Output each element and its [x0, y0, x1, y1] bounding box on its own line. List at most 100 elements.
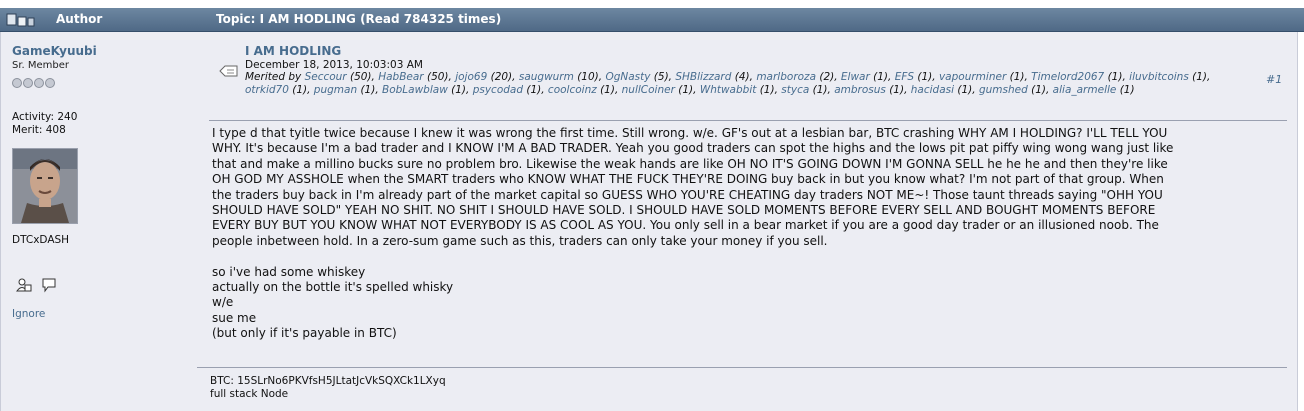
author-activity: Activity: 240 [12, 111, 78, 123]
merit-items: Seccour (50), HabBear (50), jojo69 (20),… [245, 71, 1210, 96]
post-xx-icon [219, 65, 238, 77]
merit-user-link[interactable]: HabBear [378, 71, 423, 83]
merit-user-link[interactable]: saugwurm [519, 71, 574, 83]
merit-user-link[interactable]: Seccour [305, 71, 347, 83]
merit-user-link[interactable]: nullCoiner [622, 84, 675, 96]
merit-count: (10), [573, 71, 603, 83]
author-actions [16, 277, 61, 293]
merit-user-link[interactable]: styca [781, 84, 809, 96]
post-body-line: people inbetween hold. In a zero-sum gam… [212, 233, 828, 248]
merit-user-link[interactable]: hacidasi [911, 84, 954, 96]
post-body-line: w/e [212, 295, 234, 310]
merit-count: (1), [1188, 71, 1211, 83]
merit-count: (1), [523, 84, 545, 96]
merit-count: (1), [288, 84, 311, 96]
post-body-line: so i've had some whiskey [212, 264, 366, 279]
merit-user-link[interactable]: gumshed [979, 84, 1028, 96]
author-column-header: Author [56, 12, 103, 26]
merit-count: (4), [731, 71, 753, 83]
author-username[interactable]: GameKyuubi [12, 44, 197, 58]
post-subject[interactable]: I AM HODLING [245, 44, 341, 58]
forum-thread-page: Author Topic: I AM HODLING (Read 784325 … [0, 0, 1304, 411]
post-number[interactable]: #1 [1266, 73, 1282, 86]
top-strip [0, 0, 1304, 8]
merit-count: (50), [423, 71, 452, 83]
topic-icon [6, 13, 35, 27]
merit-count: (1), [809, 84, 831, 96]
rank-coin-icon [34, 78, 44, 88]
merit-count: (5), [650, 71, 673, 83]
profile-icon[interactable] [16, 277, 32, 297]
signature-line: full stack Node [210, 388, 289, 400]
rank-coin-icon [12, 78, 22, 88]
thread-header: Author Topic: I AM HODLING (Read 784325 … [0, 8, 1304, 32]
merit-count: (1), [756, 84, 778, 96]
merit-user-link[interactable]: BobLawblaw [382, 84, 448, 96]
author-stats: Activity: 240 Merit: 408 [12, 111, 197, 137]
post-body-line: actually on the bottle it's spelled whis… [212, 280, 454, 295]
merit-user-link[interactable]: vapourminer [939, 71, 1006, 83]
merit-user-link[interactable]: pugman [314, 84, 357, 96]
rank-coins [12, 73, 197, 88]
merit-user-link[interactable]: alia_armelle [1053, 84, 1117, 96]
merit-user-link[interactable]: Timelord2067 [1031, 71, 1104, 83]
signature-divider [197, 367, 1287, 368]
merit-count: (1), [447, 84, 470, 96]
rank-coin-icon [45, 78, 55, 88]
merit-user-link[interactable]: ambrosus [834, 84, 886, 96]
merit-user-link[interactable]: Whtwabbit [700, 84, 757, 96]
post-body-line: the traders buy back in I'm already part… [212, 187, 1163, 202]
post-signature: BTC: 15SLrNo6PKVfsH5JLtatJcVkSQXCk1LXyq f… [210, 375, 446, 401]
avatar-image [13, 149, 77, 223]
merit-count: (1), [674, 84, 697, 96]
merited-by-label: Merited by [245, 71, 302, 83]
post-body: I type d that tyitle twice because I kne… [212, 126, 1287, 342]
merit-user-link[interactable]: EFS [895, 71, 914, 83]
merit-count: (1), [357, 84, 379, 96]
post-body-line: that and make a millino bucks sure no pr… [212, 156, 1168, 171]
merit-count: (20), [487, 71, 516, 83]
merit-count: (1), [869, 71, 892, 83]
merit-user-link[interactable]: Elwar [841, 71, 870, 83]
post: GameKyuubi Sr. Member Activity: 240 Meri… [0, 32, 1298, 411]
merit-count: (1), [885, 84, 908, 96]
post-body-line [212, 249, 1287, 264]
author-signature-name: DTCxDASH [12, 234, 70, 246]
merit-count: (2), [816, 71, 838, 83]
merit-user-link[interactable]: otrkid70 [245, 84, 289, 96]
post-body-line: WHY. It's because I'm a bad trader and I… [212, 141, 1174, 156]
merit-user-link[interactable]: marlboroza [756, 71, 816, 83]
post-body-line: sue me [212, 310, 257, 325]
merit-count: (1), [1104, 71, 1126, 83]
post-body-line: SHOULD HAVE SOLD" YEAH NO SHIT. NO SHIT … [212, 203, 1156, 218]
merit-user-link[interactable]: psycodad [473, 84, 523, 96]
merit-count: (1), [596, 84, 619, 96]
signature-line: BTC: 15SLrNo6PKVfsH5JLtatJcVkSQXCk1LXyq [210, 375, 446, 387]
merit-count: (1) [1116, 84, 1135, 96]
merit-count: (50), [346, 71, 375, 83]
merit-count: (1), [1006, 71, 1028, 83]
message-icon[interactable] [41, 277, 57, 297]
post-body-line: OH GOD MY ASSHOLE when the SMART traders… [212, 172, 1164, 187]
merit-user-link[interactable]: iluvbitcoins [1129, 71, 1189, 83]
post-body-line: I type d that tyitle twice because I kne… [212, 126, 1168, 140]
post-body-line: (but only if it's payable in BTC) [212, 326, 397, 341]
post-date: December 18, 2013, 10:03:03 AM [245, 59, 423, 71]
author-rank: Sr. Member [12, 60, 70, 71]
author-merit: Merit: 408 [12, 124, 66, 136]
merit-user-link[interactable]: OgNasty [605, 71, 650, 83]
merit-count: (1), [954, 84, 976, 96]
rank-coin-icon [23, 78, 33, 88]
merit-user-link[interactable]: SHBlizzard [675, 71, 731, 83]
merit-count: (1), [914, 71, 936, 83]
merited-by-list: Merited by Seccour (50), HabBear (50), j… [245, 71, 1235, 97]
merit-user-link[interactable]: jojo69 [455, 71, 487, 83]
post-header-divider [209, 120, 1287, 121]
author-panel: GameKyuubi Sr. Member Activity: 240 Meri… [12, 44, 197, 320]
topic-title: Topic: I AM HODLING (Read 784325 times) [216, 12, 502, 26]
merit-user-link[interactable]: coolcoinz [548, 84, 597, 96]
post-body-line: EVERY BUY BUT YOU KNOW WHAT NOT EVERYBOD… [212, 218, 1159, 233]
ignore-link[interactable]: Ignore [12, 308, 45, 320]
merit-count: (1), [1027, 84, 1050, 96]
avatar [12, 148, 78, 224]
